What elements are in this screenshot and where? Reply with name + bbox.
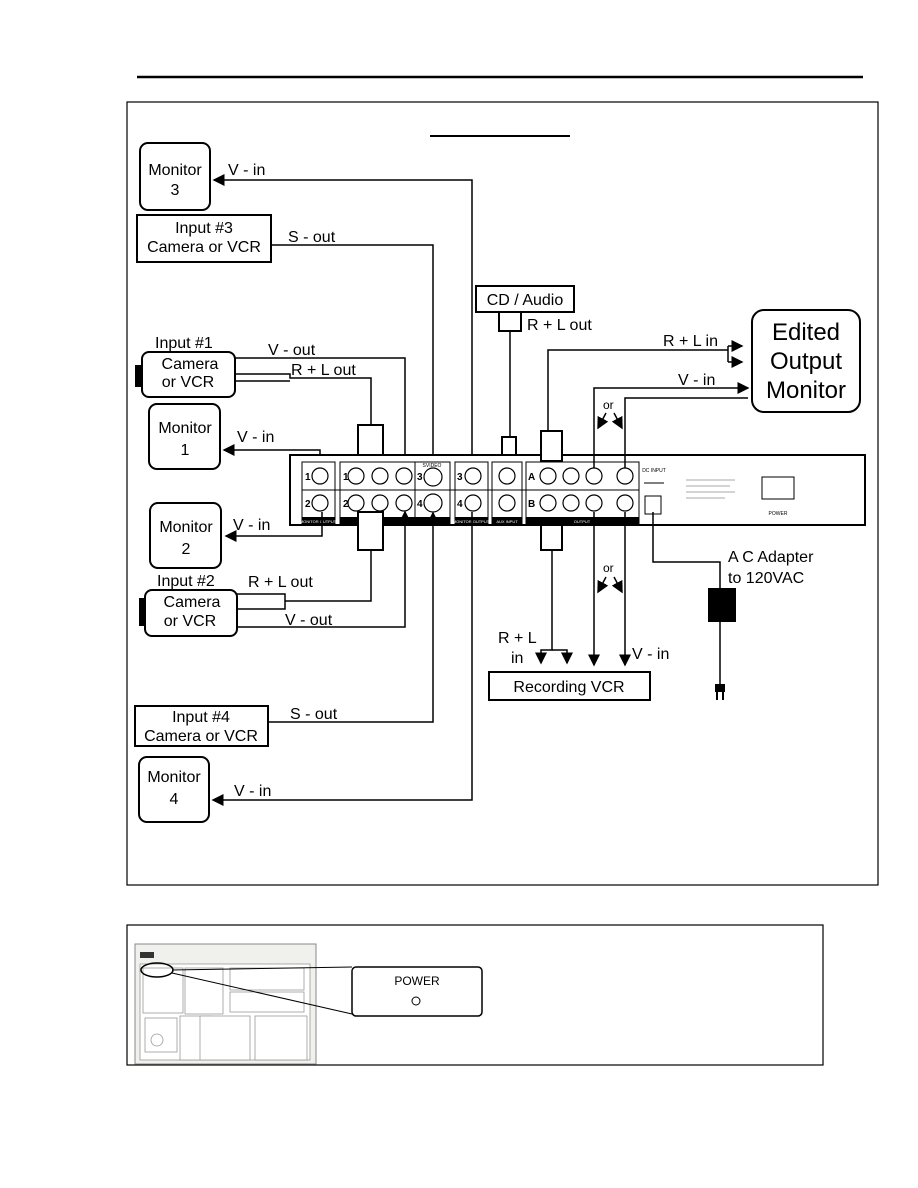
rear-output-label: OUTPUT (574, 519, 591, 524)
recording-or-label: or (603, 561, 614, 575)
rear-power-label: POWER (769, 511, 788, 517)
rear-n2: 2 (305, 499, 311, 510)
monitor-1-number: 1 (181, 442, 190, 459)
monitor-2-number: 2 (182, 541, 191, 558)
rear-dc-input-label: DC INPUT (642, 468, 666, 474)
input-2-audio-loop (237, 593, 286, 610)
edited-monitor-audio: R + L in (663, 333, 718, 350)
monitor-2: Monitor 2 (149, 502, 222, 569)
cd-audio-conn: R + L out (527, 317, 592, 334)
edited-monitor-video: V - in (678, 372, 715, 389)
monitor-3-label: Monitor (148, 162, 202, 179)
input-1: Camera or VCR (135, 351, 236, 398)
rear-aux-input-label: AUX INPUT (496, 519, 518, 524)
rear-n4: 4 (417, 499, 423, 510)
edited-monitor-audio-cable (547, 349, 728, 431)
input-3-device: Camera or VCR (147, 239, 261, 256)
monitor-4: Monitor 4 (138, 756, 210, 823)
cd-audio-label: CD / Audio (487, 292, 564, 309)
ac-adapter-voltage: to 120VAC (728, 570, 804, 587)
monitor-3-conn: V - in (228, 162, 265, 179)
ac-adapter (708, 588, 736, 622)
ac-adapter-label: A C Adapter (728, 549, 814, 566)
rear-b: B (528, 499, 535, 510)
edited-monitor-line1: Edited (772, 319, 840, 346)
rear-n1: 1 (305, 472, 311, 483)
input-4-device: Camera or VCR (144, 728, 258, 745)
front-panel-image (134, 943, 317, 1065)
recording-vcr-label: Recording VCR (513, 679, 624, 696)
monitor-4-conn: V - in (234, 783, 271, 800)
recording-vcr: Recording VCR (488, 671, 651, 701)
monitor-4-number: 4 (170, 791, 179, 808)
rear-monitor-output-label: MONITOR OUTPUT (300, 519, 337, 524)
input-3-label: Input #3 (175, 220, 233, 237)
rear-a: A (528, 472, 535, 483)
input-2: Camera or VCR (139, 589, 238, 637)
rear-power-switch (761, 476, 795, 500)
input-4-label: Input #4 (172, 709, 230, 726)
edited-output-monitor: Edited Output Monitor (751, 309, 861, 413)
power-callout-label: POWER (394, 974, 440, 988)
rear-n4b: 4 (457, 499, 463, 510)
monitor-2-label: Monitor (159, 519, 213, 536)
monitor-3-number: 3 (171, 182, 180, 199)
input-2-audio: R + L out (248, 574, 313, 591)
recording-video-label: V - in (632, 646, 669, 663)
monitor-3: Monitor 3 (139, 142, 211, 211)
monitor-4-label: Monitor (147, 769, 201, 786)
input-2-device2: or VCR (164, 613, 216, 630)
input-2-device: Camera (164, 594, 221, 611)
input-2-title: Input #2 (157, 573, 215, 590)
monitor-2-conn: V - in (233, 517, 270, 534)
plug-icon (715, 684, 725, 700)
input-1-device2: or VCR (162, 374, 214, 391)
input-4: Input #4 Camera or VCR (134, 705, 269, 747)
recording-audio-label: R + L (498, 630, 537, 647)
edited-or-label: or (603, 398, 614, 412)
input-3: Input #3 Camera or VCR (136, 214, 272, 263)
input-3-conn: S - out (288, 229, 336, 246)
monitor-1-conn: V - in (237, 429, 274, 446)
recording-audio-cable (535, 550, 553, 665)
rear-n3b: 3 (457, 472, 463, 483)
monitor-1-label: Monitor (158, 420, 212, 437)
input-4-conn: S - out (290, 706, 338, 723)
output-a-splitter (540, 430, 563, 462)
input-2-splitter (357, 511, 384, 551)
connection-diagram-page: Monitor 3 V - in Input #3 Camera or VCR … (126, 75, 879, 1066)
monitor-1: Monitor 1 (148, 403, 221, 470)
input-1-audio: R + L out (291, 362, 356, 379)
output-b-splitter (540, 524, 563, 551)
recording-audio-in: in (511, 650, 523, 667)
input-1-title: Input #1 (155, 335, 213, 352)
edited-monitor-line3: Monitor (766, 377, 846, 404)
input-1-device: Camera (162, 356, 219, 373)
rear-n3: 3 (417, 472, 423, 483)
input-1-video: V - out (268, 342, 316, 359)
power-callout: POWER (351, 966, 483, 1017)
edited-monitor-line2: Output (770, 348, 842, 375)
